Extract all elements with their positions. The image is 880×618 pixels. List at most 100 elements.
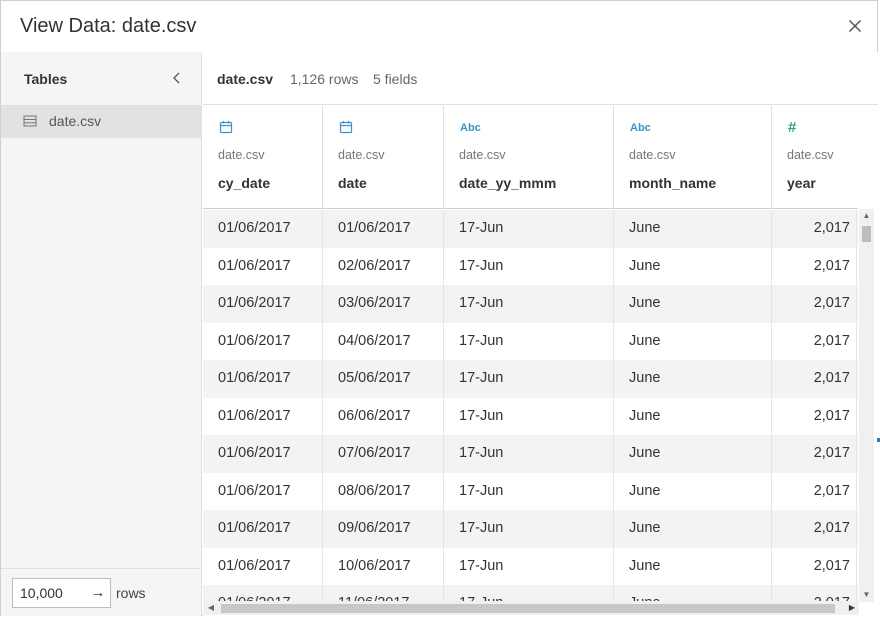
sidebar-title: Tables <box>24 71 68 87</box>
data-summary: date.csv 1,126 rows 5 fields <box>203 52 878 105</box>
data-panel: date.csv 1,126 rows 5 fields date.csv cy_… <box>203 52 878 616</box>
cell-date: 09/06/2017 <box>323 510 444 548</box>
cell-date: 11/06/2017 <box>323 585 444 602</box>
cell-date-yy-mmm: 17-Jun <box>444 547 614 585</box>
cell-date-yy-mmm: 17-Jun <box>444 472 614 510</box>
cell-date-yy-mmm: 17-Jun <box>444 397 614 435</box>
cell-date: 10/06/2017 <box>323 547 444 585</box>
column-header-date[interactable]: date.csv date <box>323 106 444 209</box>
cell-year: 2,017 <box>772 472 857 510</box>
calendar-icon <box>339 120 353 136</box>
dialog-titlebar: View Data: date.csv <box>1 1 877 52</box>
cell-date-yy-mmm: 17-Jun <box>444 435 614 473</box>
cell-date: 06/06/2017 <box>323 397 444 435</box>
cell-cy-date: 01/06/2017 <box>203 472 323 510</box>
cell-year: 2,017 <box>772 397 857 435</box>
vertical-scroll-thumb[interactable] <box>862 226 871 242</box>
cell-month-name: June <box>614 472 772 510</box>
table-row[interactable]: 01/06/2017 03/06/2017 17-Jun June 2,017 <box>203 285 858 323</box>
cell-year: 2,017 <box>772 585 857 602</box>
cell-year: 2,017 <box>772 435 857 473</box>
data-grid: date.csv cy_date date.csv date Abc date.csv da… <box>203 106 858 602</box>
cell-year: 2,017 <box>772 322 857 360</box>
cell-date-yy-mmm: 17-Jun <box>444 247 614 285</box>
table-icon <box>23 115 37 127</box>
cell-cy-date: 01/06/2017 <box>203 510 323 548</box>
cell-cy-date: 01/06/2017 <box>203 585 323 602</box>
cell-cy-date: 01/06/2017 <box>203 285 323 323</box>
dialog-title: View Data: date.csv <box>20 15 197 37</box>
table-row[interactable]: 01/06/2017 08/06/2017 17-Jun June 2,017 <box>203 472 858 510</box>
cell-month-name: June <box>614 360 772 398</box>
column-source: date.csv <box>218 148 265 162</box>
string-type-icon: Abc <box>630 122 651 134</box>
collapse-sidebar-button[interactable] <box>169 70 185 86</box>
chevron-left-icon <box>173 72 180 84</box>
cell-month-name: June <box>614 547 772 585</box>
number-type-icon: # <box>788 119 797 136</box>
cell-cy-date: 01/06/2017 <box>203 360 323 398</box>
cell-year: 2,017 <box>772 510 857 548</box>
rows-input-wrapper: → <box>12 578 111 608</box>
cell-year: 2,017 <box>772 210 857 248</box>
cell-year: 2,017 <box>772 285 857 323</box>
column-name: month_name <box>629 175 717 191</box>
calendar-icon <box>219 120 233 136</box>
table-row[interactable]: 01/06/2017 06/06/2017 17-Jun June 2,017 <box>203 397 858 435</box>
column-header-date-yy-mmm[interactable]: Abc date.csv date_yy_mmm <box>444 106 614 209</box>
cell-year: 2,017 <box>772 547 857 585</box>
scroll-left-arrow-icon[interactable]: ◀ <box>205 601 217 615</box>
column-name: cy_date <box>218 175 271 191</box>
table-row[interactable]: 01/06/2017 09/06/2017 17-Jun June 2,017 <box>203 510 858 548</box>
summary-row-count: 1,126 rows <box>290 71 359 87</box>
cell-cy-date: 01/06/2017 <box>203 435 323 473</box>
column-source: date.csv <box>459 148 506 162</box>
sidebar-item-label: date.csv <box>49 113 102 129</box>
column-source: date.csv <box>787 148 834 162</box>
column-header-cy-date[interactable]: date.csv cy_date <box>203 106 323 209</box>
column-name: year <box>787 175 816 191</box>
cell-month-name: June <box>614 585 772 602</box>
vertical-scrollbar[interactable]: ▲ ▼ <box>859 209 874 602</box>
table-row[interactable]: 01/06/2017 04/06/2017 17-Jun June 2,017 <box>203 322 858 360</box>
table-row[interactable]: 01/06/2017 05/06/2017 17-Jun June 2,017 <box>203 360 858 398</box>
cell-date-yy-mmm: 17-Jun <box>444 360 614 398</box>
cell-date-yy-mmm: 17-Jun <box>444 585 614 602</box>
summary-field-count: 5 fields <box>373 71 418 87</box>
summary-table-name: date.csv <box>217 71 274 87</box>
table-row[interactable]: 01/06/2017 07/06/2017 17-Jun June 2,017 <box>203 435 858 473</box>
cell-date: 02/06/2017 <box>323 247 444 285</box>
apply-rows-button[interactable]: → <box>85 579 111 607</box>
cell-cy-date: 01/06/2017 <box>203 210 323 248</box>
view-data-dialog: View Data: date.csv Tables date.csv 10,0… <box>0 0 878 616</box>
table-row[interactable]: 01/06/201711/06/201717-JunJune2,017 <box>203 585 858 602</box>
scroll-right-arrow-icon[interactable]: ▶ <box>845 601 859 615</box>
close-button[interactable] <box>843 14 867 38</box>
cell-year: 2,017 <box>772 360 857 398</box>
cell-date-yy-mmm: 17-Jun <box>444 322 614 360</box>
column-header-year[interactable]: # date.csv year <box>772 106 858 209</box>
cell-date: 08/06/2017 <box>323 472 444 510</box>
sidebar-item-date-csv[interactable]: date.csv <box>1 105 201 138</box>
scroll-down-arrow-icon[interactable]: ▼ <box>859 588 874 602</box>
scroll-up-arrow-icon[interactable]: ▲ <box>859 209 874 223</box>
rows-limit-control: → rows <box>1 568 201 616</box>
table-row[interactable]: 01/06/2017 02/06/2017 17-Jun June 2,017 <box>203 247 858 285</box>
cell-date: 07/06/2017 <box>323 435 444 473</box>
rows-limit-input[interactable] <box>13 579 85 607</box>
table-row[interactable]: 01/06/2017 01/06/2017 17-Jun June 2,017 <box>203 210 858 248</box>
column-header-month-name[interactable]: Abc date.csv month_name <box>614 106 772 209</box>
column-name: date_yy_mmm <box>459 175 557 191</box>
horizontal-scroll-thumb[interactable] <box>221 604 835 613</box>
cell-cy-date: 01/06/2017 <box>203 397 323 435</box>
table-row[interactable]: 01/06/2017 10/06/2017 17-Jun June 2,017 <box>203 547 858 585</box>
cell-year: 2,017 <box>772 247 857 285</box>
cell-date-yy-mmm: 17-Jun <box>444 285 614 323</box>
column-name: date <box>338 175 367 191</box>
horizontal-scrollbar[interactable]: ◀ ▶ <box>203 601 859 615</box>
cell-cy-date: 01/06/2017 <box>203 547 323 585</box>
cell-cy-date: 01/06/2017 <box>203 247 323 285</box>
cell-month-name: June <box>614 285 772 323</box>
cell-month-name: June <box>614 435 772 473</box>
cell-month-name: June <box>614 510 772 548</box>
